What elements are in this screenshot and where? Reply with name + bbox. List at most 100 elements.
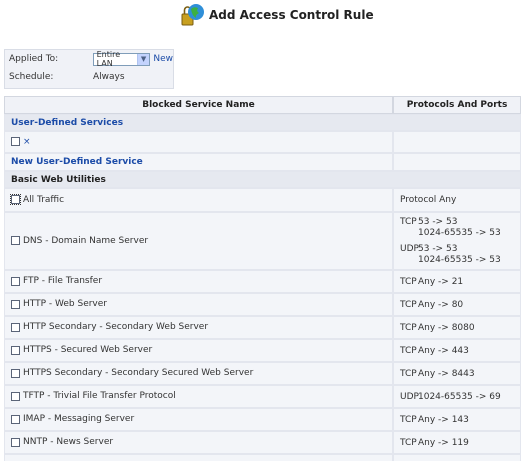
table-row: HTTP - Web Server TCP Any -> 80 [4, 293, 521, 316]
ports-cell: TCP 53 -> 53 1024-65535 -> 53 UDP 53 -> 5… [393, 212, 521, 270]
ports-cell: TCP Any -> 8080 [393, 316, 521, 339]
table-row: All Traffic Protocol Any [4, 188, 521, 212]
service-checkbox[interactable] [11, 391, 20, 401]
service-checkbox[interactable] [11, 368, 20, 378]
port-range: Any -> 80 [418, 299, 464, 310]
port-range: Any -> 8443 [418, 368, 475, 379]
service-checkbox[interactable] [11, 414, 20, 424]
service-checkbox[interactable] [11, 276, 20, 286]
service-name: DNS - Domain Name Server [23, 235, 149, 246]
port-range: Any -> 443 [418, 345, 469, 356]
schedule-value: Always [93, 72, 125, 82]
delete-icon[interactable]: × [23, 137, 31, 147]
table-row-partial [4, 454, 521, 461]
service-cell: DNS - Domain Name Server [4, 212, 393, 270]
ports-cell: TCP Any -> 21 [393, 270, 521, 293]
page-title: Add Access Control Rule [209, 8, 374, 22]
ports-cell: TCP Any -> 443 [393, 339, 521, 362]
port-ranges: 53 -> 53 1024-65535 -> 53 [418, 217, 501, 239]
service-cell: HTTPS - Secured Web Server [4, 339, 393, 362]
ports-cell: Protocol Any [393, 188, 521, 212]
table-row: NNTP - News Server TCP Any -> 119 [4, 431, 521, 454]
column-header-service: Blocked Service Name [4, 96, 393, 114]
table-row: HTTP Secondary - Secondary Web Server TC… [4, 316, 521, 339]
new-network-link[interactable]: New [153, 54, 173, 64]
protocol: TCP [400, 368, 417, 379]
user-defined-header: User-Defined Services [4, 114, 521, 131]
ports-cell: TCP Any -> 119 [393, 431, 521, 454]
service-name: HTTPS - Secured Web Server [23, 345, 153, 356]
services-table: Blocked Service Name Protocols And Ports… [4, 96, 521, 461]
service-cell: NNTP - News Server [4, 431, 393, 454]
service-checkbox[interactable] [11, 236, 20, 246]
dns-tcp-ports: TCP 53 -> 53 1024-65535 -> 53 [400, 217, 520, 239]
rule-settings-panel: Applied To: Entire LAN ▼ New Schedule: A… [4, 49, 174, 89]
applied-to-select[interactable]: Entire LAN ▼ [92, 50, 151, 68]
new-service-row: New User-Defined Service [4, 153, 521, 171]
user-defined-row: × [4, 131, 521, 153]
basic-web-utilities-section: Basic Web Utilities [4, 171, 521, 188]
schedule-row: Schedule: Always [5, 68, 173, 86]
service-name: FTP - File Transfer [23, 276, 103, 287]
protocol: TCP [400, 216, 417, 227]
service-name: HTTPS Secondary - Secondary Secured Web … [23, 368, 254, 379]
table-row: HTTPS Secondary - Secondary Secured Web … [4, 362, 521, 385]
protocol: TCP [400, 299, 417, 310]
page-header: Add Access Control Rule [181, 2, 374, 28]
service-name: NNTP - News Server [23, 437, 114, 448]
user-defined-cell: × [4, 131, 393, 153]
service-cell: All Traffic [4, 188, 393, 212]
protocol: TCP [400, 414, 417, 425]
ports-cell: UDP 1024-65535 -> 69 [393, 385, 521, 408]
service-checkbox[interactable] [10, 194, 21, 206]
chevron-down-icon[interactable]: ▼ [136, 53, 150, 65]
port-range: Any -> 119 [418, 437, 469, 448]
port-range: 1024-65535 -> 53 [418, 254, 501, 265]
service-cell [4, 454, 393, 461]
protocol: TCP [400, 322, 417, 333]
protocol: TCP [400, 276, 417, 287]
table-row: DNS - Domain Name Server TCP 53 -> 53 102… [4, 212, 521, 270]
applied-to-label: Applied To: [9, 54, 59, 64]
protocol: TCP [400, 437, 417, 448]
table-row: FTP - File Transfer TCP Any -> 21 [4, 270, 521, 293]
applied-to-value: Entire LAN [96, 50, 121, 68]
new-service-ports-cell [393, 153, 521, 171]
service-checkbox[interactable] [11, 437, 20, 447]
ports-cell [393, 454, 521, 461]
ports-cell: TCP Any -> 143 [393, 408, 521, 431]
new-user-defined-service-link[interactable]: New User-Defined Service [4, 153, 393, 171]
user-defined-checkbox[interactable] [11, 137, 20, 147]
service-cell: HTTP Secondary - Secondary Web Server [4, 316, 393, 339]
protocol: TCP [400, 345, 417, 356]
service-name: TFTP - Trivial File Transfer Protocol [23, 391, 176, 402]
ports-cell: TCP Any -> 80 [393, 293, 521, 316]
service-cell: TFTP - Trivial File Transfer Protocol [4, 385, 393, 408]
service-cell: HTTPS Secondary - Secondary Secured Web … [4, 362, 393, 385]
service-ports: Protocol Any [400, 195, 457, 205]
service-name: IMAP - Messaging Server [23, 414, 135, 425]
table-row: HTTPS - Secured Web Server TCP Any -> 443 [4, 339, 521, 362]
schedule-label: Schedule: [9, 72, 54, 82]
service-name: HTTP - Web Server [23, 299, 107, 310]
service-cell: IMAP - Messaging Server [4, 408, 393, 431]
service-checkbox[interactable] [11, 345, 20, 355]
column-header-ports: Protocols And Ports [393, 96, 521, 114]
protocol: UDP [400, 243, 419, 254]
protocol: UDP [400, 391, 419, 402]
access-control-icon [181, 3, 205, 27]
port-ranges: 53 -> 53 1024-65535 -> 53 [418, 244, 501, 266]
service-name: All Traffic [23, 194, 65, 205]
service-cell: FTP - File Transfer [4, 270, 393, 293]
table-row: IMAP - Messaging Server TCP Any -> 143 [4, 408, 521, 431]
service-checkbox[interactable] [11, 322, 20, 332]
user-defined-ports-cell [393, 131, 521, 153]
basic-web-utilities-header: Basic Web Utilities [4, 171, 521, 188]
port-range: 1024-65535 -> 69 [418, 391, 501, 402]
service-checkbox[interactable] [11, 299, 20, 309]
user-defined-section: User-Defined Services [4, 114, 521, 131]
service-name: HTTP Secondary - Secondary Web Server [23, 322, 209, 333]
dns-udp-ports: UDP 53 -> 53 1024-65535 -> 53 [400, 244, 520, 266]
applied-to-row: Applied To: Entire LAN ▼ New [5, 50, 173, 68]
service-cell: HTTP - Web Server [4, 293, 393, 316]
